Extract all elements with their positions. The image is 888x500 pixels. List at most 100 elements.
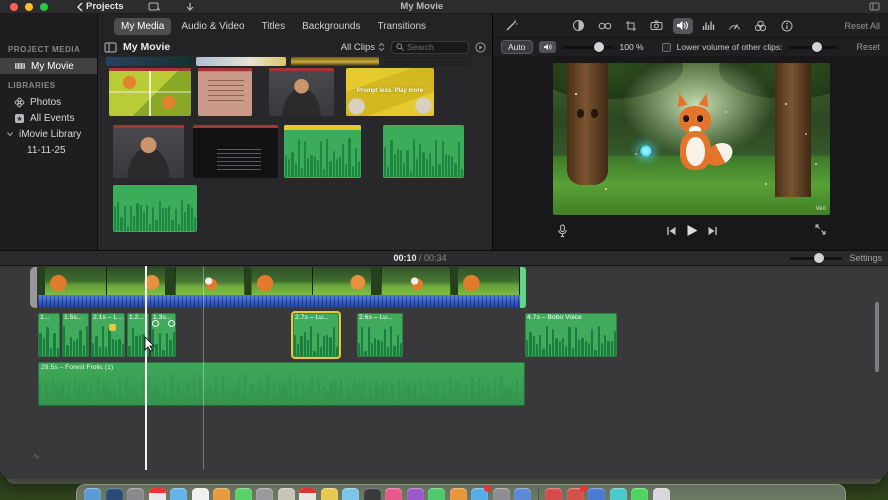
dock-app-icon[interactable]: [299, 488, 316, 500]
clip-filter-dropdown[interactable]: All Clips: [341, 42, 385, 53]
volume-slider-knob[interactable]: [593, 41, 604, 52]
dock-app-icon[interactable]: [428, 488, 445, 500]
dock-app-icon[interactable]: [545, 488, 562, 500]
dock-app-icon[interactable]: [449, 488, 467, 500]
music-clip[interactable]: 29.5s – Forest Frolic (1): [38, 362, 525, 406]
dock-app-icon[interactable]: [514, 488, 531, 500]
thumbnail-webcam[interactable]: [269, 68, 334, 116]
volume-slider[interactable]: [561, 41, 614, 52]
volume-icon[interactable]: [672, 17, 693, 34]
thumbnail-sliv-gold[interactable]: [291, 57, 379, 66]
color-correction-icon[interactable]: [595, 18, 615, 34]
lower-volume-checkbox[interactable]: [661, 42, 671, 52]
reset-button[interactable]: Reset: [856, 42, 880, 52]
dock-app-icon[interactable]: [105, 488, 123, 500]
thumbnail-sliv-dark[interactable]: [384, 57, 471, 66]
thumbnail-wave-yellow[interactable]: [284, 125, 361, 178]
audio-clip[interactable]: 1.5s...: [62, 313, 89, 357]
speed-icon[interactable]: [725, 18, 745, 34]
dock-app-icon[interactable]: [588, 488, 605, 500]
play-filtered-icon[interactable]: [475, 41, 486, 53]
search-field[interactable]: [391, 40, 469, 54]
fade-handle[interactable]: [168, 320, 175, 327]
dock-app-icon[interactable]: [191, 488, 209, 500]
sidebar-item-my-movie[interactable]: My Movie: [0, 58, 97, 74]
mute-speaker-button[interactable]: [538, 41, 556, 53]
dock-app-icon[interactable]: [652, 488, 670, 500]
import-media-icon[interactable]: [185, 2, 195, 12]
audio-clip[interactable]: 2.6s – Lu...: [357, 313, 403, 357]
lower-volume-slider[interactable]: [788, 41, 839, 52]
playhead[interactable]: [145, 266, 147, 470]
sidebar-item-11-11-25[interactable]: 11-11-25: [0, 142, 97, 158]
thumbnail-fox-collage[interactable]: [109, 68, 191, 116]
sidebar-item-photos[interactable]: Photos: [0, 94, 97, 110]
dock-app-icon[interactable]: [363, 488, 381, 500]
tab-backgrounds[interactable]: Backgrounds: [295, 18, 367, 35]
sidebar-item-all-events[interactable]: All Events: [0, 110, 97, 126]
dock-app-icon[interactable]: [84, 488, 101, 500]
audio-clip[interactable]: 2.7s – Lu...: [293, 313, 339, 357]
audio-clip[interactable]: 1...: [38, 313, 60, 357]
thumbnail-notes[interactable]: [198, 68, 252, 116]
tab-audio-video[interactable]: Audio & Video: [174, 18, 251, 35]
thumbnail-promo[interactable]: Prompt less. Play more: [346, 68, 434, 116]
thumbnail-webcam[interactable]: [113, 125, 184, 178]
search-input[interactable]: [407, 42, 464, 52]
play-button[interactable]: [685, 224, 698, 237]
fullscreen-button[interactable]: [815, 224, 826, 235]
dock-app-icon[interactable]: [342, 488, 359, 500]
dock-app-icon[interactable]: [471, 485, 491, 500]
lower-volume-knob[interactable]: [812, 41, 823, 52]
thumbnail-screen[interactable]: [193, 125, 278, 178]
sidebar-item-imovie-library[interactable]: iMovie Library: [0, 126, 97, 142]
tab-titles[interactable]: Titles: [255, 18, 293, 35]
thumbnail-sliv-blue[interactable]: [106, 57, 191, 66]
clip-trim-handle[interactable]: [30, 267, 37, 308]
thumbnail-sliv-pale[interactable]: [196, 57, 286, 66]
close-button[interactable]: [10, 2, 18, 11]
dock-app-icon[interactable]: [234, 488, 252, 500]
dock-app-icon[interactable]: [406, 488, 424, 500]
dock-app-icon[interactable]: [609, 488, 627, 500]
auto-volume-button[interactable]: Auto: [501, 40, 533, 54]
project-settings-icon[interactable]: [148, 2, 161, 12]
video-track[interactable]: [38, 267, 520, 295]
previous-frame-button[interactable]: [666, 226, 676, 236]
dock-app-icon[interactable]: [213, 488, 230, 500]
dock-app-icon[interactable]: [320, 488, 338, 500]
dock-app-icon[interactable]: [277, 488, 295, 500]
dock-app-icon[interactable]: [566, 485, 587, 500]
noise-reduction-icon[interactable]: [699, 18, 719, 34]
timeline-settings-button[interactable]: Settings: [849, 253, 882, 263]
color-balance-icon[interactable]: [569, 18, 589, 34]
tab-my-media[interactable]: My Media: [114, 17, 172, 35]
tab-transitions[interactable]: Transitions: [370, 18, 433, 35]
dock-app-icon[interactable]: [127, 488, 144, 500]
zoom-button[interactable]: [40, 2, 48, 11]
dock-app-icon[interactable]: [385, 488, 402, 500]
projects-back-button[interactable]: Projects: [76, 1, 124, 12]
enhance-magic-wand-icon[interactable]: [501, 18, 521, 34]
thumbnail-wave[interactable]: [113, 185, 197, 232]
audio-clip[interactable]: 2.1s – L...: [91, 313, 125, 357]
next-frame-button[interactable]: [707, 226, 717, 236]
voiceover-mic-button[interactable]: [557, 224, 568, 238]
audio-clip[interactable]: 4.7s – Bobo Voice: [525, 313, 617, 357]
window-layout-icon[interactable]: [869, 2, 880, 11]
thumbnail-wave[interactable]: [383, 125, 464, 178]
dock-app-icon[interactable]: [631, 488, 648, 500]
timeline-zoom-slider[interactable]: [790, 252, 842, 263]
timeline-scrollbar[interactable]: [875, 302, 879, 372]
dock-app-icon[interactable]: [170, 488, 187, 500]
filters-icon[interactable]: [751, 18, 771, 34]
crop-icon[interactable]: [621, 18, 641, 34]
minimize-button[interactable]: [25, 2, 33, 11]
sidebar-toggle-icon[interactable]: [104, 42, 117, 53]
dock-app-icon[interactable]: [148, 488, 166, 500]
dock-app-icon[interactable]: [492, 488, 510, 500]
stabilization-icon[interactable]: [647, 18, 667, 34]
video-clip-end-handle[interactable]: [520, 267, 526, 308]
fade-handle[interactable]: [152, 320, 159, 327]
reset-all-button[interactable]: Reset All: [844, 21, 880, 31]
